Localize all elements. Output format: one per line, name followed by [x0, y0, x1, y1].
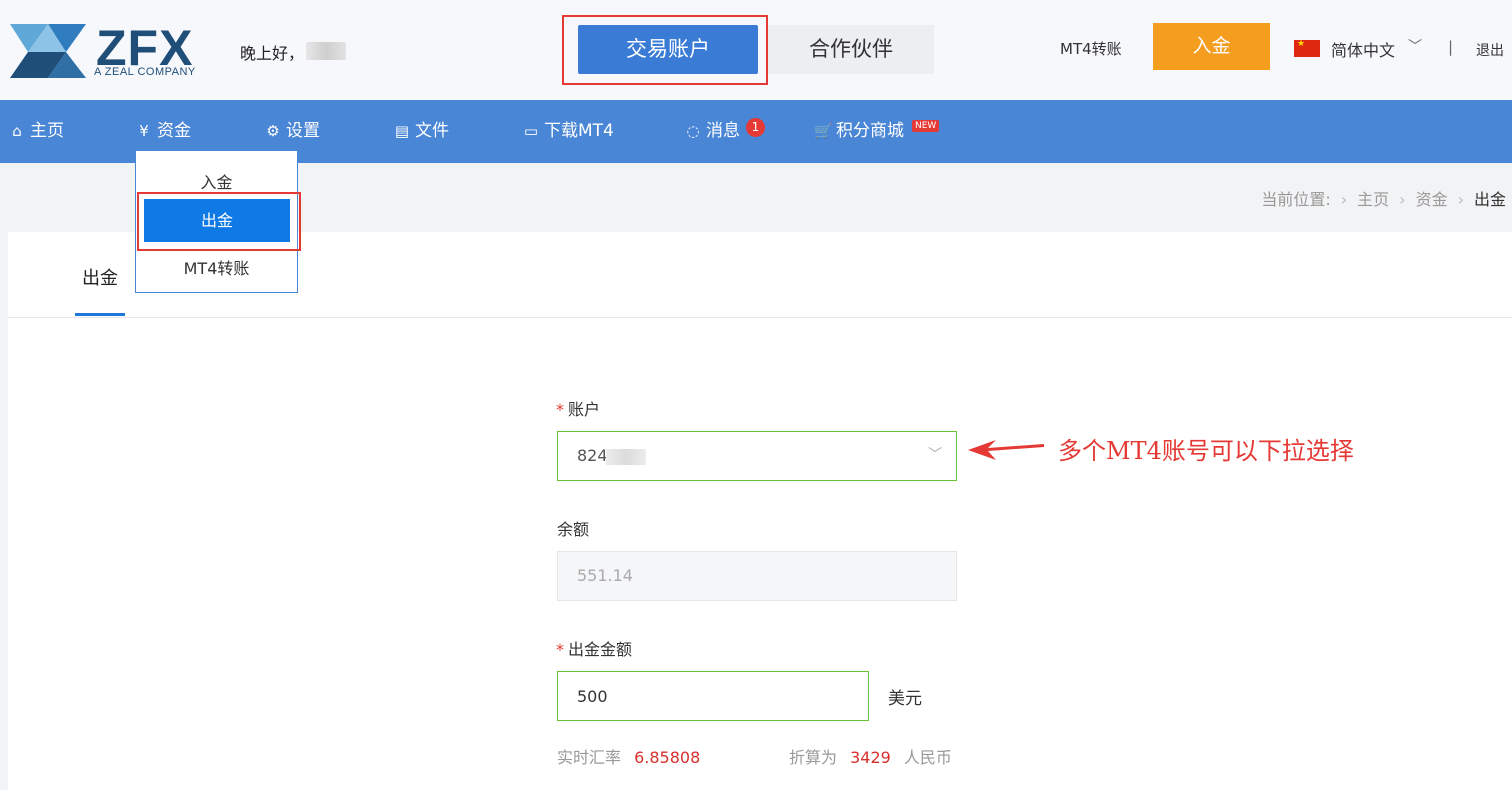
- nav-label: 设置: [286, 121, 320, 141]
- header: ZFX A ZEAL COMPANY 晚上好， 交易账户 合作伙伴 MT4转账 …: [0, 0, 1512, 100]
- breadcrumb: 当前位置: › 主页 › 资金 › 出金: [1261, 186, 1506, 210]
- convert-value: 3429: [850, 748, 891, 767]
- currency-unit: 美元: [888, 689, 922, 709]
- nav-item-download-mt4[interactable]: ▭ 下载MT4: [522, 100, 614, 163]
- username-redacted: [306, 42, 346, 60]
- chevron-down-icon[interactable]: ﹀: [928, 444, 942, 464]
- balance-value: 551.14: [577, 566, 633, 585]
- nav-label: 下载MT4: [544, 121, 614, 141]
- chevron-down-icon[interactable]: ﹀: [1408, 36, 1422, 56]
- nav-item-points-mall[interactable]: 🛒 积分商城 NEW: [814, 100, 940, 163]
- account-select-value: 824: [577, 446, 608, 465]
- tab-trading-account[interactable]: 交易账户: [578, 25, 758, 74]
- document-icon: ▤: [394, 122, 410, 140]
- logout-link[interactable]: 退出: [1476, 40, 1504, 60]
- amount-label-text: 出金金额: [568, 640, 633, 659]
- new-badge: NEW: [912, 120, 940, 132]
- header-separator: |: [1448, 38, 1454, 56]
- logo-subtitle: A ZEAL COMPANY: [94, 66, 196, 78]
- highlight-box-withdraw: [137, 192, 301, 251]
- monitor-icon: ▭: [523, 122, 539, 140]
- zfx-logo[interactable]: ZFX A ZEAL COMPANY: [8, 20, 218, 80]
- withdraw-amount-input[interactable]: [557, 671, 869, 721]
- nav-item-home[interactable]: ⌂ 主页: [8, 100, 64, 163]
- tab-partner[interactable]: 合作伙伴: [768, 25, 934, 74]
- nav-item-messages[interactable]: ◌ 消息 1: [684, 100, 765, 163]
- home-icon: ⌂: [12, 122, 22, 140]
- tab-active-indicator: [75, 313, 125, 316]
- deposit-button[interactable]: 入金: [1153, 23, 1270, 70]
- breadcrumb-home[interactable]: 主页: [1357, 190, 1389, 209]
- breadcrumb-current: 出金: [1473, 190, 1506, 209]
- required-mark: *: [556, 640, 564, 659]
- breadcrumb-label: 当前位置:: [1261, 190, 1331, 209]
- nav-item-documents[interactable]: ▤ 文件: [393, 100, 449, 163]
- china-flag-icon: [1294, 39, 1320, 57]
- message-count-badge: 1: [746, 118, 765, 137]
- language-selector[interactable]: 简体中文: [1331, 37, 1395, 61]
- amount-label: * 出金金额: [556, 636, 632, 660]
- greeting: 晚上好，: [240, 44, 305, 63]
- required-mark: *: [556, 400, 564, 419]
- balance-label: 余额: [557, 520, 590, 539]
- chevron-right-icon: ›: [1340, 190, 1348, 209]
- chevron-right-icon: ›: [1457, 190, 1464, 209]
- annotation-arrow-icon: [968, 440, 1044, 460]
- chat-icon: ◌: [686, 122, 700, 140]
- account-label: * 账户: [556, 396, 600, 420]
- nav-label: 资金: [157, 121, 191, 141]
- converted-amount: 折算为 3429 人民币: [789, 744, 952, 768]
- account-label-text: 账户: [568, 400, 601, 419]
- tab-withdraw[interactable]: 出金: [75, 264, 125, 290]
- rate-label: 实时汇率: [557, 748, 622, 767]
- mt4-transfer-link[interactable]: MT4转账: [1060, 38, 1122, 59]
- rate-value: 6.85808: [634, 748, 701, 767]
- nav-label: 主页: [30, 121, 64, 141]
- divider: [8, 317, 1512, 318]
- zfx-logo-mark: [10, 24, 86, 78]
- chevron-right-icon: ›: [1399, 190, 1406, 209]
- balance-field: 551.14: [557, 551, 957, 601]
- convert-unit: 人民币: [903, 748, 952, 767]
- cart-icon: 🛒: [814, 122, 833, 140]
- account-select[interactable]: 824 ﹀: [557, 431, 957, 481]
- account-redacted: [606, 449, 646, 465]
- breadcrumb-funds[interactable]: 资金: [1416, 190, 1448, 209]
- nav-label: 消息: [706, 121, 740, 141]
- exchange-rate: 实时汇率 6.85808: [557, 744, 700, 768]
- annotation-text: 多个MT4账号可以下拉选择: [1058, 437, 1354, 465]
- convert-label: 折算为: [789, 748, 838, 767]
- dropdown-item-mt4-transfer[interactable]: MT4转账: [136, 255, 297, 279]
- dropdown-item-deposit[interactable]: 入金: [136, 169, 297, 193]
- withdraw-card: 出金 *账户 824 ﹀ 余额 551.14 *出金金额 美元 实时汇率 6.8…: [8, 232, 1512, 790]
- nav-label: 积分商城: [836, 121, 904, 141]
- nav-label: 文件: [415, 121, 449, 141]
